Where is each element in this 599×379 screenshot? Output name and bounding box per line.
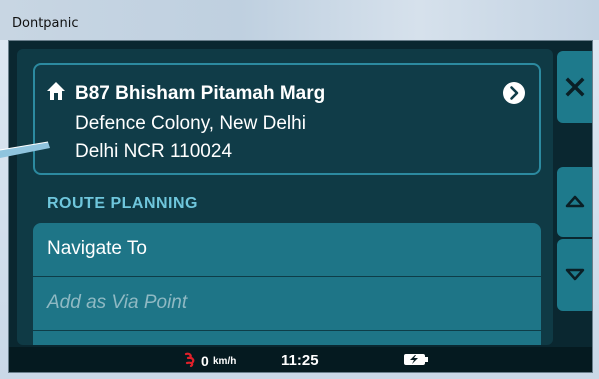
- window-title: Dontpanic: [12, 16, 79, 31]
- destination-panel: B87 Bhisham Pitamah Marg Defence Colony,…: [17, 49, 553, 345]
- destination-region: Delhi NCR 110024: [75, 141, 233, 162]
- chevron-right-circle-icon[interactable]: [502, 81, 526, 105]
- add-via-point-label: Add as Via Point: [47, 292, 188, 313]
- scroll-down-button[interactable]: [557, 239, 592, 311]
- chevron-down-icon: [565, 268, 585, 281]
- route-planning-header: ROUTE PLANNING: [47, 195, 198, 212]
- close-button[interactable]: [557, 51, 592, 123]
- destination-locality: Defence Colony, New Delhi: [75, 113, 306, 134]
- home-icon: [47, 82, 65, 100]
- navigation-screen: B87 Bhisham Pitamah Marg Defence Colony,…: [8, 40, 593, 373]
- close-icon: [565, 77, 585, 97]
- speed-unit: km/h: [213, 356, 237, 367]
- speed-icon: [184, 352, 195, 367]
- status-bar: 0 km/h 11:25: [9, 347, 592, 372]
- destination-card[interactable]: B87 Bhisham Pitamah Marg Defence Colony,…: [33, 63, 541, 175]
- clock: 11:25: [281, 352, 319, 369]
- battery-charging-icon: [404, 354, 428, 365]
- scroll-up-button[interactable]: [557, 167, 592, 237]
- route-planning-list: Navigate To Add as Via Point: [33, 223, 541, 345]
- app-window: Dontpanic B87 Bhisham Pitamah Marg Defen…: [0, 0, 599, 379]
- title-bar[interactable]: Dontpanic: [0, 0, 599, 40]
- callout-arrow-icon: [0, 141, 50, 158]
- navigate-to-label: Navigate To: [47, 238, 147, 259]
- speed-value: 0: [201, 353, 209, 369]
- add-via-point-item[interactable]: Add as Via Point: [33, 277, 541, 331]
- destination-name: B87 Bhisham Pitamah Marg: [75, 83, 326, 104]
- chevron-up-icon: [565, 195, 585, 208]
- navigate-to-item[interactable]: Navigate To: [33, 223, 541, 277]
